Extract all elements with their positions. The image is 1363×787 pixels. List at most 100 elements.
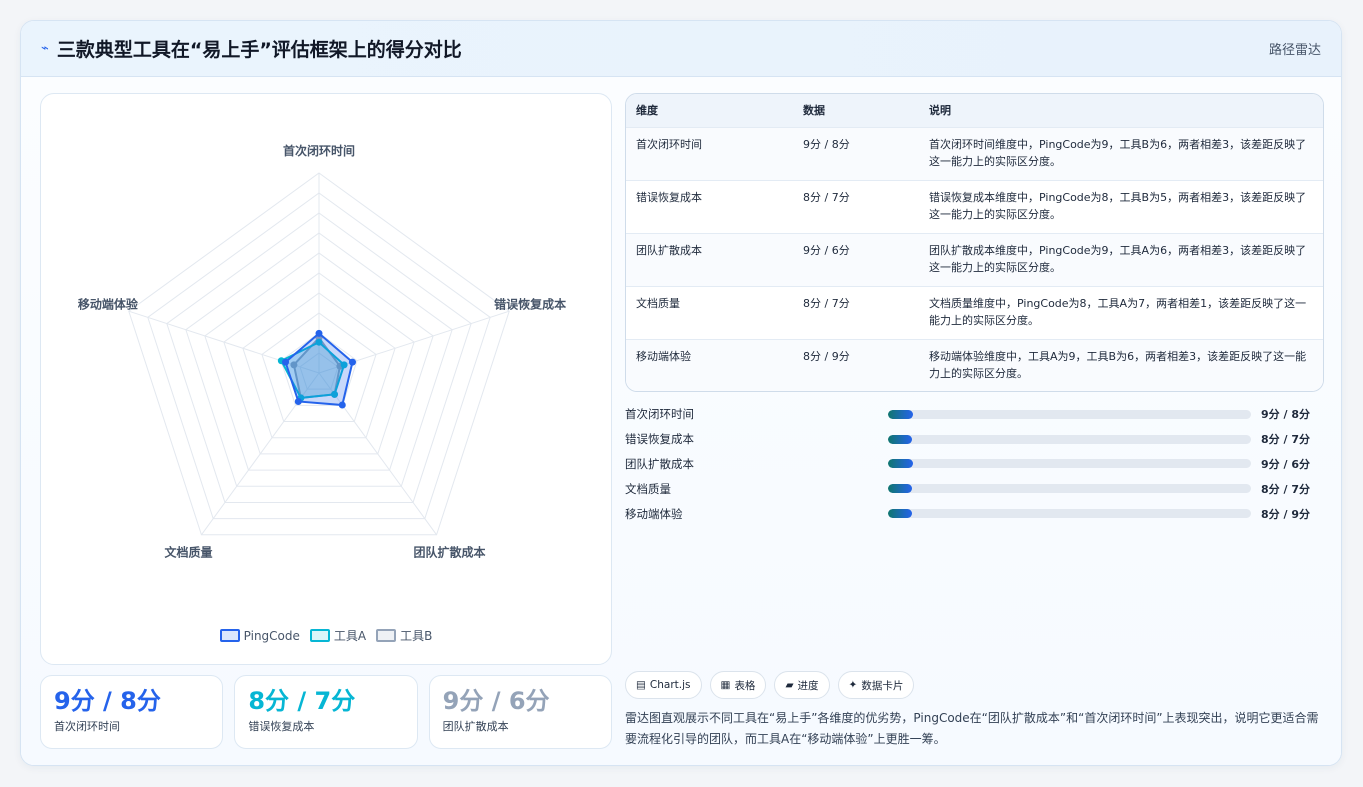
main-card: ⌁ 三款典型工具在“易上手”评估框架上的得分对比 路径雷达 首次闭环时间 错误恢复… [20,20,1342,766]
progress-label: 移动端体验 [625,506,683,521]
chart-legend: PingCode 工具A 工具B [41,627,611,644]
mode-label[interactable]: 路径雷达 [1269,39,1321,58]
progress-row: 团队扩散成本 9分 / 6分 [625,452,1324,477]
legend-swatch [376,629,397,642]
stat-label: 首次闭环时间 [54,720,120,733]
progress-track [888,509,1251,519]
cell-dimension: 团队扩散成本 [626,232,793,286]
cell-note: 文档质量维度中，PingCode为8，工具A为7，两者相差1，该差距反映了这一能… [919,285,1323,339]
chip-progress[interactable]: ▰ 进度 [774,671,830,699]
table-row: 首次闭环时间 9分 / 8分 首次闭环时间维度中，PingCode为9，工具B为… [626,126,1323,180]
cell-data: 8分 / 7分 [793,285,919,339]
chip-chartjs[interactable]: ▤ Chart.js [625,671,702,699]
progress-value: 8分 / 9分 [1261,507,1310,521]
card-header: ⌁ 三款典型工具在“易上手”评估框架上的得分对比 路径雷达 [21,21,1341,77]
stat-cards: 9分 / 8分 首次闭环时间 8分 / 7分 错误恢复成本 9分 / 6分 团队… [40,675,612,749]
cell-note: 错误恢复成本维度中，PingCode为8，工具B为5，两者相差3，该差距反映了这… [919,179,1323,233]
chip-label: Chart.js [649,679,691,691]
cell-note: 移动端体验维度中，工具A为9，工具B为6，两者相差3，该差距反映了这一能力上的实… [919,338,1323,391]
stat-card: 9分 / 6分 团队扩散成本 [428,675,612,749]
table-row: 团队扩散成本 9分 / 6分 团队扩散成本维度中，PingCode为9，工具A为… [626,232,1323,286]
progress-fill [888,409,914,419]
chip-label: 进度 [797,679,819,692]
stat-label: 错误恢复成本 [248,720,315,733]
table-row: 错误恢复成本 8分 / 7分 错误恢复成本维度中，PingCode为8，工具B为… [626,179,1323,233]
legend-swatch [309,629,330,642]
cell-dimension: 移动端体验 [626,338,793,391]
table-header-row: 维度 数据 说明 [626,94,1323,127]
progress-row: 首次闭环时间 9分 / 8分 [625,402,1324,427]
cell-data: 9分 / 6分 [793,232,919,286]
card-body: 首次闭环时间 错误恢复成本 团队扩散成本 文档质量 移动端体验 PingCode 工具A… [21,77,1341,765]
progress-row: 移动端体验 8分 / 9分 [625,501,1324,526]
stat-card: 9分 / 8分 首次闭环时间 [40,675,224,749]
column-header: 说明 [929,104,951,118]
radar-point [294,397,302,405]
stat-value: 8分 / 7分 [248,687,356,715]
legend-item-pingcode[interactable]: PingCode [219,627,300,644]
cell-dimension: 错误恢复成本 [626,179,793,233]
progress-value: 9分 / 8分 [1261,408,1310,422]
stat-value: 9分 / 8分 [54,687,161,715]
legend-item-tool-a[interactable]: 工具A [309,627,367,644]
cell-note: 团队扩散成本维度中，PingCode为9，工具A为6，两者相差3，该差距反映了这… [919,232,1323,286]
progress-track [888,409,1251,419]
progress-bars: 首次闭环时间 9分 / 8分 错误恢复成本 8分 / 7分 团队扩散成本 9分 … [625,402,1324,526]
progress-row: 错误恢复成本 8分 / 7分 [625,427,1324,452]
chip-label: 数据卡片 [861,679,904,692]
comparison-table: 维度 数据 说明 首次闭环时间 9分 / 8分 首次闭环时间维度中，PingCo… [625,93,1324,392]
radar-axis-label: 移动端体验 [78,296,139,311]
column-header: 维度 [636,104,658,118]
chip-table[interactable]: ▦ 表格 [709,671,767,699]
table-row: 文档质量 8分 / 7分 文档质量维度中，PingCode为8，工具A为7，两者… [626,285,1323,339]
radar-chart: 首次闭环时间错误恢复成本团队扩散成本 文档质量 移动端体验 [78,143,566,560]
progress-fill [888,459,914,469]
cell-data: 9分 / 8分 [793,126,919,180]
stat-label: 团队扩散成本 [442,720,509,733]
progress-track [888,434,1251,444]
progress-fill [888,484,912,494]
progress-label: 首次闭环时间 [625,407,694,422]
legend-label: PingCode [243,628,300,643]
radar-axis-label: 文档质量 [165,545,213,560]
progress-fill [888,509,912,519]
stat-value: 9分 / 6分 [442,687,550,715]
chart-icon: ⌁ [41,41,49,56]
radar-series-0 [284,332,354,407]
radar-point [315,329,323,337]
stat-card: 8分 / 7分 错误恢复成本 [234,675,418,749]
chart-icon: ▤ [636,679,646,691]
legend-label: 工具B [400,629,433,643]
progress-value: 8分 / 7分 [1261,433,1310,447]
radar-axis-label: 团队扩散成本 [413,545,485,560]
radar-axis-label: 首次闭环时间 [283,143,355,158]
sparkle-icon: ✦ [848,679,858,691]
legend-item-tool-b[interactable]: 工具B [376,627,432,644]
cell-data: 8分 / 7分 [793,179,919,233]
radar-panel: 首次闭环时间 错误恢复成本 团队扩散成本 文档质量 移动端体验 PingCode 工具A… [40,93,612,665]
progress-label: 错误恢复成本 [625,432,694,447]
radar-point [282,358,290,366]
legend-swatch [219,629,240,642]
progress-value: 9分 / 6分 [1261,457,1310,471]
chip-label: 表格 [734,679,756,692]
cell-dimension: 首次闭环时间 [626,126,793,180]
cell-data: 8分 / 9分 [793,338,919,391]
table-row: 移动端体验 8分 / 9分 移动端体验维度中，工具A为9，工具B为6，两者相差3… [626,338,1323,391]
progress-fill [888,434,912,444]
page-title: 三款典型工具在“易上手”评估框架上的得分对比 [56,39,462,61]
progress-label: 团队扩散成本 [625,456,694,471]
radar-point [338,401,346,409]
radar-point [348,358,356,366]
summary-text: 雷达图直观展示不同工具在“易上手”各维度的优劣势，PingCode在“团队扩散成… [625,711,1319,746]
progress-value: 8分 / 7分 [1261,482,1310,496]
progress-track [888,459,1251,469]
cell-dimension: 文档质量 [626,285,793,339]
cell-note: 首次闭环时间维度中，PingCode为9，工具B为6，两者相差3，该差距反映了这… [919,126,1323,180]
progress-track [888,484,1251,494]
table-icon: ▦ [720,679,731,691]
view-chips: ▤ Chart.js ▦ 表格 ▰ 进度 ✦ 数据卡片 [625,671,915,699]
column-header: 数据 [803,104,825,118]
chip-data-cards[interactable]: ✦ 数据卡片 [837,671,915,699]
legend-label: 工具A [333,629,367,643]
